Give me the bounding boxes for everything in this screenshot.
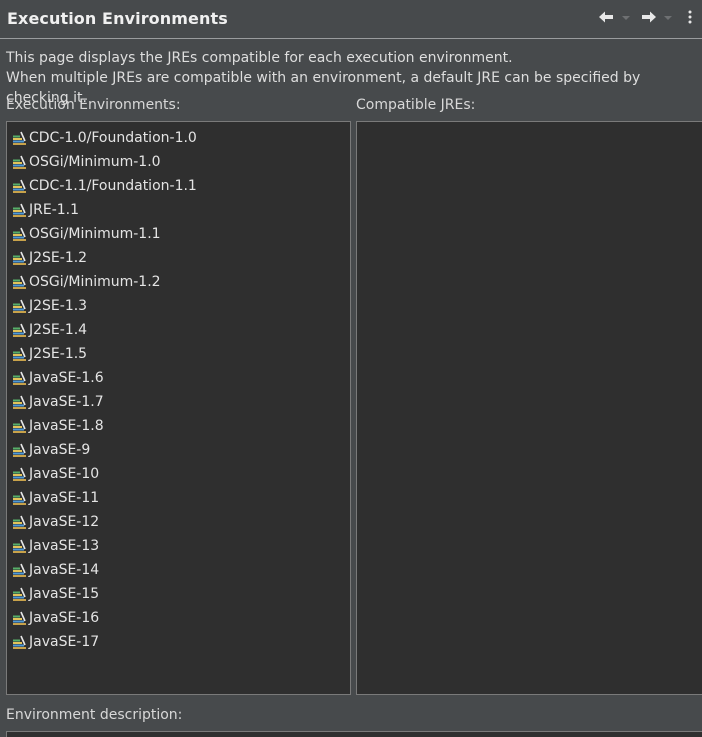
- environment-item-label: JavaSE-9: [29, 442, 91, 458]
- library-books-icon: [12, 467, 27, 482]
- environment-item-label: J2SE-1.4: [29, 322, 88, 338]
- compatible-jres-label: Compatible JREs:: [356, 97, 476, 113]
- environment-item[interactable]: JavaSE-1.7: [7, 390, 350, 414]
- library-books-icon: [12, 251, 27, 266]
- page-title: Execution Environments: [7, 9, 228, 28]
- library-books-icon: [12, 515, 27, 530]
- environment-item-label: J2SE-1.2: [29, 250, 88, 266]
- library-books-icon: [12, 347, 27, 362]
- forward-button[interactable]: [640, 6, 658, 28]
- environment-item-label: JavaSE-14: [29, 562, 100, 578]
- environment-item[interactable]: OSGi/Minimum-1.2: [7, 270, 350, 294]
- library-books-icon: [12, 443, 27, 458]
- library-books-icon: [12, 395, 27, 410]
- library-books-icon: [12, 275, 27, 290]
- library-books-icon: [12, 371, 27, 386]
- arrow-left-icon: [599, 11, 613, 23]
- library-books-icon: [12, 611, 27, 626]
- environment-item[interactable]: JavaSE-16: [7, 606, 350, 630]
- compatible-jres-list[interactable]: [356, 121, 702, 695]
- environment-item[interactable]: JavaSE-17: [7, 630, 350, 654]
- environment-item[interactable]: J2SE-1.3: [7, 294, 350, 318]
- environment-item-label: JavaSE-10: [29, 466, 100, 482]
- library-books-icon: [12, 635, 27, 650]
- environment-item-label: JavaSE-1.8: [29, 418, 104, 434]
- environment-item-label: JavaSE-11: [29, 490, 100, 506]
- library-books-icon: [12, 203, 27, 218]
- environment-item-label: J2SE-1.5: [29, 346, 88, 362]
- environment-description-label: Environment description:: [6, 707, 183, 723]
- environment-item-label: JavaSE-12: [29, 514, 100, 530]
- environment-item-label: JavaSE-16: [29, 610, 100, 626]
- environment-item[interactable]: CDC-1.0/Foundation-1.0: [7, 126, 350, 150]
- library-books-icon: [12, 131, 27, 146]
- environment-item[interactable]: J2SE-1.4: [7, 318, 350, 342]
- environment-item[interactable]: OSGi/Minimum-1.0: [7, 150, 350, 174]
- library-books-icon: [12, 227, 27, 242]
- environment-item-label: CDC-1.0/Foundation-1.0: [29, 130, 197, 146]
- view-menu-button[interactable]: [686, 6, 694, 28]
- environment-item[interactable]: JavaSE-12: [7, 510, 350, 534]
- environment-item[interactable]: OSGi/Minimum-1.1: [7, 222, 350, 246]
- arrow-right-icon: [642, 11, 656, 23]
- environment-item[interactable]: JavaSE-9: [7, 438, 350, 462]
- environment-item-label: CDC-1.1/Foundation-1.1: [29, 178, 197, 194]
- environment-item[interactable]: JavaSE-1.8: [7, 414, 350, 438]
- library-books-icon: [12, 299, 27, 314]
- library-books-icon: [12, 539, 27, 554]
- environment-item[interactable]: J2SE-1.5: [7, 342, 350, 366]
- environment-item[interactable]: JavaSE-10: [7, 462, 350, 486]
- environment-item[interactable]: JavaSE-14: [7, 558, 350, 582]
- page-header: Execution Environments: [0, 0, 702, 39]
- environment-item-label: JavaSE-17: [29, 634, 100, 650]
- environment-item-label: JavaSE-15: [29, 586, 100, 602]
- library-books-icon: [12, 491, 27, 506]
- environment-item[interactable]: CDC-1.1/Foundation-1.1: [7, 174, 350, 198]
- library-books-icon: [12, 419, 27, 434]
- library-books-icon: [12, 563, 27, 578]
- library-books-icon: [12, 179, 27, 194]
- chevron-down-icon: [622, 16, 630, 20]
- library-books-icon: [12, 323, 27, 338]
- environment-item[interactable]: J2SE-1.2: [7, 246, 350, 270]
- environment-description-field[interactable]: [6, 731, 702, 737]
- environment-item-label: JavaSE-13: [29, 538, 100, 554]
- library-books-icon: [12, 587, 27, 602]
- environment-item[interactable]: JavaSE-15: [7, 582, 350, 606]
- forward-history-dropdown[interactable]: [663, 6, 673, 28]
- environments-list[interactable]: CDC-1.0/Foundation-1.0 OSGi/Minimum-1.0 CD…: [6, 121, 351, 695]
- environment-item-label: OSGi/Minimum-1.0: [29, 154, 161, 170]
- library-books-icon: [12, 155, 27, 170]
- description-line-1: This page displays the JREs compatible f…: [6, 50, 513, 66]
- vertical-ellipsis-icon: [688, 10, 692, 24]
- environment-item[interactable]: JavaSE-1.6: [7, 366, 350, 390]
- environment-item-label: JRE-1.1: [29, 202, 80, 218]
- chevron-down-icon: [664, 16, 672, 20]
- environments-list-items: CDC-1.0/Foundation-1.0 OSGi/Minimum-1.0 CD…: [7, 122, 350, 654]
- environment-item-label: OSGi/Minimum-1.1: [29, 226, 161, 242]
- environment-item[interactable]: JavaSE-13: [7, 534, 350, 558]
- environment-item-label: JavaSE-1.6: [29, 370, 104, 386]
- back-history-dropdown[interactable]: [621, 6, 631, 28]
- environment-item-label: JavaSE-1.7: [29, 394, 104, 410]
- environment-item[interactable]: JavaSE-11: [7, 486, 350, 510]
- execution-environments-page: Execution Environments This page display…: [0, 0, 702, 737]
- environments-label: Execution Environments:: [6, 97, 181, 113]
- environment-item[interactable]: JRE-1.1: [7, 198, 350, 222]
- back-button[interactable]: [597, 6, 615, 28]
- environment-item-label: OSGi/Minimum-1.2: [29, 274, 161, 290]
- environment-item-label: J2SE-1.3: [29, 298, 88, 314]
